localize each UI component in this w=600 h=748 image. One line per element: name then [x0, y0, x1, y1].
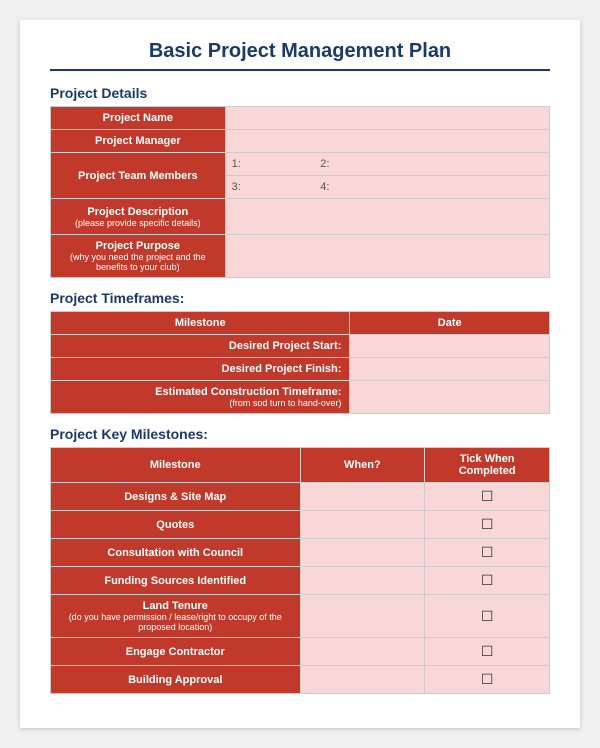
table-row: Project Manager: [51, 130, 550, 153]
value-desired-finish[interactable]: [350, 358, 550, 381]
land-tenure-sublabel: (do you have permission / lease/right to…: [57, 612, 294, 632]
label-project-name: Project Name: [51, 107, 226, 130]
tick-building-approval[interactable]: ☐: [425, 666, 550, 694]
tick-designs[interactable]: ☐: [425, 483, 550, 511]
section-key-milestones: Project Key Milestones:: [50, 426, 550, 442]
value-team-members-row1[interactable]: 1: 2:: [225, 153, 549, 176]
tick-land-tenure[interactable]: ☐: [425, 595, 550, 638]
label-project-description: Project Description (please provide spec…: [51, 199, 226, 235]
col-milestone: Milestone: [51, 312, 350, 335]
checkbox-building-approval: ☐: [481, 671, 494, 687]
col-date: Date: [350, 312, 550, 335]
label-desired-start: Desired Project Start:: [51, 335, 350, 358]
table-row: Building Approval ☐: [51, 666, 550, 694]
timeframes-table: Milestone Date Desired Project Start: De…: [50, 311, 550, 414]
when-land-tenure[interactable]: [300, 595, 425, 638]
table-row: Desired Project Start:: [51, 335, 550, 358]
label-building-approval: Building Approval: [51, 666, 301, 694]
when-quotes[interactable]: [300, 511, 425, 539]
table-row: Funding Sources Identified ☐: [51, 567, 550, 595]
table-row: Consultation with Council ☐: [51, 539, 550, 567]
milestones-header: Milestone When? Tick When Completed: [51, 448, 550, 483]
checkbox-quotes: ☐: [481, 516, 494, 532]
label-engage-contractor: Engage Contractor: [51, 638, 301, 666]
label-team-members: Project Team Members: [51, 153, 226, 199]
description-sublabel: (please provide specific details): [57, 218, 219, 228]
milestones-table: Milestone When? Tick When Completed Desi…: [50, 447, 550, 694]
checkbox-engage-contractor: ☐: [481, 643, 494, 659]
table-row: Land Tenure (do you have permission / le…: [51, 595, 550, 638]
label-consultation: Consultation with Council: [51, 539, 301, 567]
label-land-tenure: Land Tenure (do you have permission / le…: [51, 595, 301, 638]
label-project-purpose: Project Purpose (why you need the projec…: [51, 235, 226, 278]
value-project-purpose[interactable]: [225, 235, 549, 278]
when-building-approval[interactable]: [300, 666, 425, 694]
section-project-timeframes: Project Timeframes:: [50, 290, 550, 306]
label-designs: Designs & Site Map: [51, 483, 301, 511]
table-row: Project Team Members 1: 2:: [51, 153, 550, 176]
member-1-label: 1:: [232, 158, 241, 170]
label-project-manager: Project Manager: [51, 130, 226, 153]
table-row: Designs & Site Map ☐: [51, 483, 550, 511]
when-consultation[interactable]: [300, 539, 425, 567]
table-row: Estimated Construction Timeframe: (from …: [51, 381, 550, 414]
checkbox-funding: ☐: [481, 572, 494, 588]
checkbox-designs: ☐: [481, 488, 494, 504]
tick-quotes[interactable]: ☐: [425, 511, 550, 539]
section-project-details: Project Details: [50, 85, 550, 101]
label-funding: Funding Sources Identified: [51, 567, 301, 595]
main-title: Basic Project Management Plan: [50, 40, 550, 71]
tick-consultation[interactable]: ☐: [425, 539, 550, 567]
value-desired-start[interactable]: [350, 335, 550, 358]
table-row: Project Purpose (why you need the projec…: [51, 235, 550, 278]
member-4-label: 4:: [320, 181, 329, 193]
col-milestone-header: Milestone: [51, 448, 301, 483]
checkbox-consultation: ☐: [481, 544, 494, 560]
timeframes-header: Milestone Date: [51, 312, 550, 335]
value-project-manager[interactable]: [225, 130, 549, 153]
checkbox-land-tenure: ☐: [481, 608, 494, 624]
table-row: Project Description (please provide spec…: [51, 199, 550, 235]
label-desired-finish: Desired Project Finish:: [51, 358, 350, 381]
construction-sublabel: (from sod turn to hand-over): [59, 398, 341, 408]
purpose-sublabel: (why you need the project and the benefi…: [57, 252, 219, 272]
table-row: Project Name: [51, 107, 550, 130]
value-project-description[interactable]: [225, 199, 549, 235]
when-funding[interactable]: [300, 567, 425, 595]
col-tick-header: Tick When Completed: [425, 448, 550, 483]
when-engage-contractor[interactable]: [300, 638, 425, 666]
tick-engage-contractor[interactable]: ☐: [425, 638, 550, 666]
page-container: Basic Project Management Plan Project De…: [20, 20, 580, 728]
when-designs[interactable]: [300, 483, 425, 511]
table-row: Desired Project Finish:: [51, 358, 550, 381]
label-construction-timeframe: Estimated Construction Timeframe: (from …: [51, 381, 350, 414]
value-project-name[interactable]: [225, 107, 549, 130]
member-3-label: 3:: [232, 181, 241, 193]
table-row: Engage Contractor ☐: [51, 638, 550, 666]
member-2-label: 2:: [320, 158, 329, 170]
tick-funding[interactable]: ☐: [425, 567, 550, 595]
value-construction-timeframe[interactable]: [350, 381, 550, 414]
label-quotes: Quotes: [51, 511, 301, 539]
value-team-members-row2[interactable]: 3: 4:: [225, 176, 549, 199]
table-row: Quotes ☐: [51, 511, 550, 539]
col-when-header: When?: [300, 448, 425, 483]
project-details-table: Project Name Project Manager Project Tea…: [50, 106, 550, 278]
